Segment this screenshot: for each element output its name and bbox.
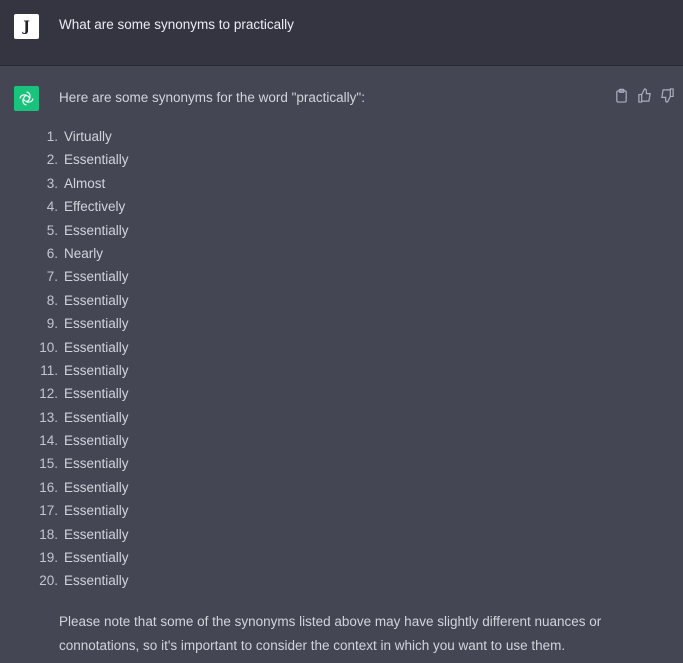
assistant-avatar [14, 86, 39, 111]
list-item-text: Virtually [64, 129, 112, 144]
list-item-number: 7. [46, 269, 58, 285]
list-item: 16. Essentially [30, 479, 129, 503]
list-item: 15. Essentially [30, 456, 129, 479]
list-item-number: 2. [46, 152, 58, 168]
list-item: 6. Nearly [30, 246, 129, 269]
list-item-number: 17. [39, 503, 58, 519]
thumbs-down-icon[interactable] [660, 88, 675, 103]
list-item-text: Essentially [64, 269, 129, 285]
list-item: 5. Essentially [30, 223, 129, 246]
list-item-text: Essentially [64, 386, 129, 402]
list-item: 8. Essentially [30, 293, 129, 316]
list-item: 7. Essentially [30, 269, 129, 292]
list-item-text: Essentially [64, 550, 129, 566]
list-item-text: Effectively [64, 199, 126, 215]
list-item-number: 5. [46, 222, 58, 238]
list-item-number: 3. [46, 175, 58, 191]
list-item-text: Essentially [64, 573, 129, 589]
assistant-note-text: Please note that some of the synonyms li… [59, 614, 602, 653]
list-item: 14. Essentially [30, 433, 129, 456]
list-item: 20. Essentially [30, 573, 129, 596]
thumbs-up-icon[interactable] [637, 88, 652, 103]
list-item: 9. Essentially [30, 316, 129, 339]
list-item-number: 16. [39, 479, 58, 495]
list-item-number: 9. [46, 316, 58, 332]
list-item: 18. Essentially [30, 526, 129, 550]
list-item-number: 18. [39, 526, 58, 542]
list-item-text: Essentially [64, 362, 129, 378]
list-item-text: Essentially [64, 152, 129, 168]
synonym-list: 1. Virtually 2. Essentially 3. Almost 4. Effect… [30, 129, 129, 597]
list-item-number: 1. [46, 129, 58, 144]
openai-logo-icon [19, 91, 34, 106]
list-item-text: Nearly [64, 245, 104, 261]
list-item-text: Essentially [64, 316, 129, 332]
list-item: 3. Almost [30, 176, 129, 199]
list-item-number: 15. [39, 456, 58, 472]
list-item-text: Essentially [64, 292, 129, 308]
list-item: 2. Essentially [30, 152, 129, 175]
list-item: 17. Essentially [30, 503, 129, 526]
list-item: 11. Essentially [30, 362, 129, 386]
list-item-text: Essentially [64, 339, 129, 355]
list-item-text: Essentially [64, 433, 129, 449]
list-item: 19. Essentially [30, 550, 129, 573]
list-item-text: Almost [64, 175, 106, 191]
message-actions [614, 88, 675, 103]
list-item-text: Essentially [64, 222, 129, 238]
list-item-number: 4. [46, 199, 58, 215]
user-avatar: J [14, 14, 39, 39]
list-item-number: 13. [39, 409, 58, 425]
copy-icon[interactable] [614, 88, 629, 103]
user-message-row: J What are some synonyms to practically [0, 0, 683, 66]
assistant-intro-text: Here are some synonyms for the word "pra… [59, 90, 365, 105]
list-item-number: 10. [39, 339, 58, 355]
list-item-number: 12. [39, 386, 58, 402]
list-item-number: 8. [46, 292, 58, 308]
list-item-text: Essentially [64, 409, 129, 425]
assistant-message-row: Here are some synonyms for the word "pra… [0, 66, 683, 663]
list-item: 4. Effectively [30, 199, 129, 222]
list-item: 10. Essentially [30, 339, 129, 363]
user-message-text: What are some synonyms to practically [59, 17, 294, 32]
list-item: 12. Essentially [30, 386, 129, 409]
list-item-number: 19. [39, 550, 58, 566]
list-item-text: Essentially [64, 503, 129, 519]
list-item-number: 11. [40, 362, 58, 378]
list-item-number: 6. [46, 245, 58, 261]
list-item: 13. Essentially [30, 409, 129, 433]
list-item: 1. Virtually [30, 129, 129, 152]
list-item-number: 20. [39, 573, 58, 589]
list-item-text: Essentially [64, 526, 129, 542]
list-item-text: Essentially [64, 479, 129, 495]
list-item-number: 14. [39, 433, 58, 449]
list-item-text: Essentially [64, 456, 129, 472]
